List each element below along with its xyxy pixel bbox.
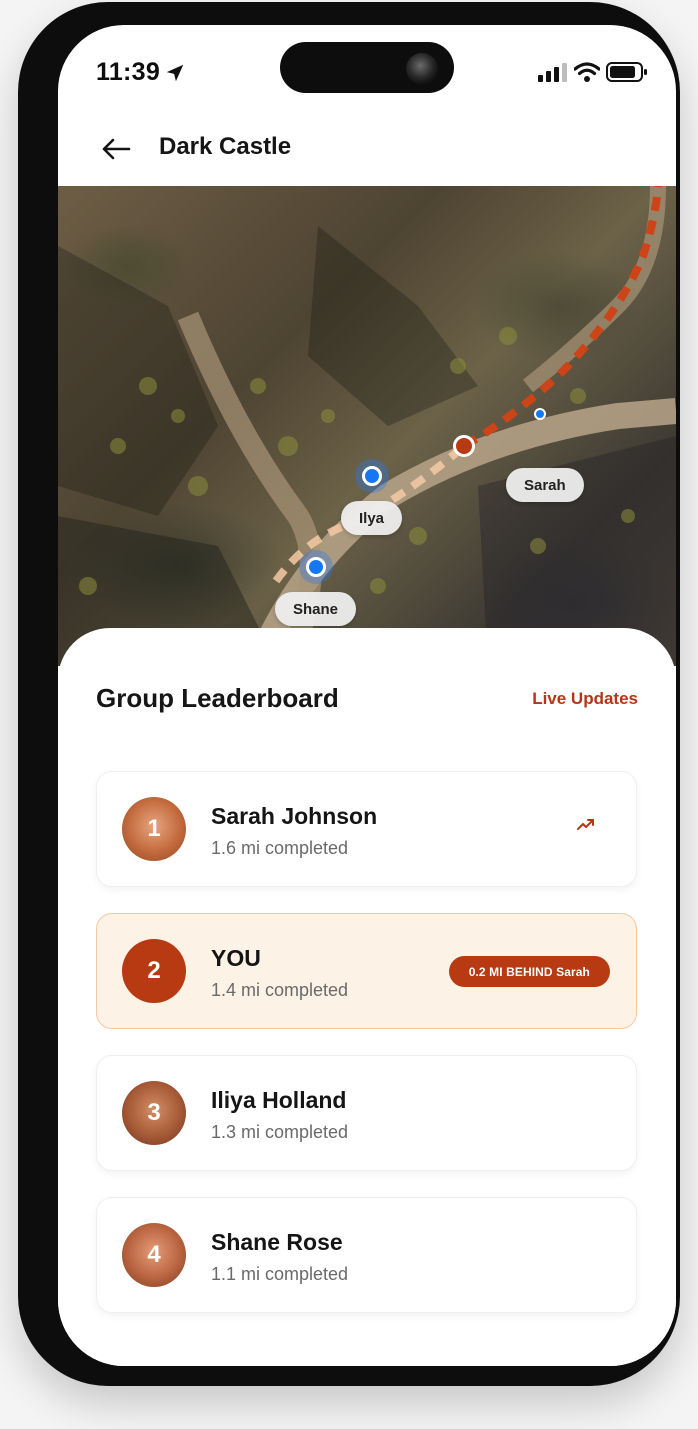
avatar: 1	[122, 797, 186, 861]
ilya-map-label[interactable]: Ilya	[341, 501, 403, 535]
map-terrain	[58, 186, 676, 666]
cellular-signal-icon	[538, 63, 567, 82]
sarah-location-pin[interactable]	[534, 408, 546, 420]
trending-up-icon	[577, 819, 594, 830]
wifi-icon	[574, 62, 600, 82]
back-button[interactable]	[98, 133, 134, 165]
distance-completed: 1.6 mi completed	[211, 838, 349, 858]
participant-name: Iliya Holland	[211, 1087, 347, 1113]
rank-number: 1	[147, 815, 161, 842]
avatar: 3	[122, 1081, 186, 1145]
status-time: 11:39	[96, 58, 161, 86]
your-location-pin[interactable]	[453, 435, 475, 457]
distance-completed: 1.1 mi completed	[211, 1264, 349, 1284]
sarah-map-label[interactable]: Sarah	[506, 468, 584, 502]
trail-map[interactable]: Ilya Sarah Shane	[58, 186, 676, 666]
distance-completed: 1.4 mi completed	[211, 980, 349, 1000]
battery-icon	[606, 62, 647, 82]
leaderboard-title: Group Leaderboard	[96, 683, 339, 713]
app-header: Dark Castle	[58, 115, 676, 187]
front-camera	[406, 53, 438, 85]
avatar: 4	[122, 1223, 186, 1287]
avatar: 2	[122, 939, 186, 1003]
location-arrow-icon	[166, 64, 184, 82]
rank-number: 4	[147, 1241, 161, 1268]
status-bar: 11:39	[58, 25, 676, 115]
leaderboard-sheet: Group Leaderboard Live Updates 1 Sarah J…	[58, 628, 676, 1366]
leaderboard-row-you[interactable]: 2 YOU 1.4 mi completed 0.2 MI BEHIND Sar…	[96, 913, 637, 1029]
page-title: Dark Castle	[159, 133, 292, 160]
ilya-location-pin[interactable]	[362, 466, 382, 486]
behind-status-badge: 0.2 MI BEHIND Sarah	[448, 956, 610, 987]
leaderboard-row[interactable]: 1 Sarah Johnson 1.6 mi completed	[96, 771, 637, 887]
distance-completed: 1.3 mi completed	[211, 1122, 349, 1142]
rank-number: 3	[147, 1099, 161, 1126]
shane-map-label[interactable]: Shane	[275, 592, 357, 626]
live-updates-link[interactable]: Live Updates	[532, 689, 638, 709]
arrow-left-icon	[102, 138, 131, 160]
shane-location-pin[interactable]	[306, 557, 326, 577]
phone-frame: 11:39 Dark Castle Ilya Sarah Shane Group…	[18, 2, 680, 1386]
participant-name: Sarah Johnson	[211, 803, 378, 829]
participant-name: YOU	[211, 945, 261, 971]
app-screen: 11:39 Dark Castle Ilya Sarah Shane Group…	[58, 25, 676, 1366]
participant-name: Shane Rose	[211, 1229, 343, 1255]
leaderboard-row[interactable]: 3 Iliya Holland 1.3 mi completed	[96, 1055, 637, 1171]
rank-number: 2	[147, 957, 161, 984]
leaderboard-row[interactable]: 4 Shane Rose 1.1 mi completed	[96, 1197, 637, 1313]
